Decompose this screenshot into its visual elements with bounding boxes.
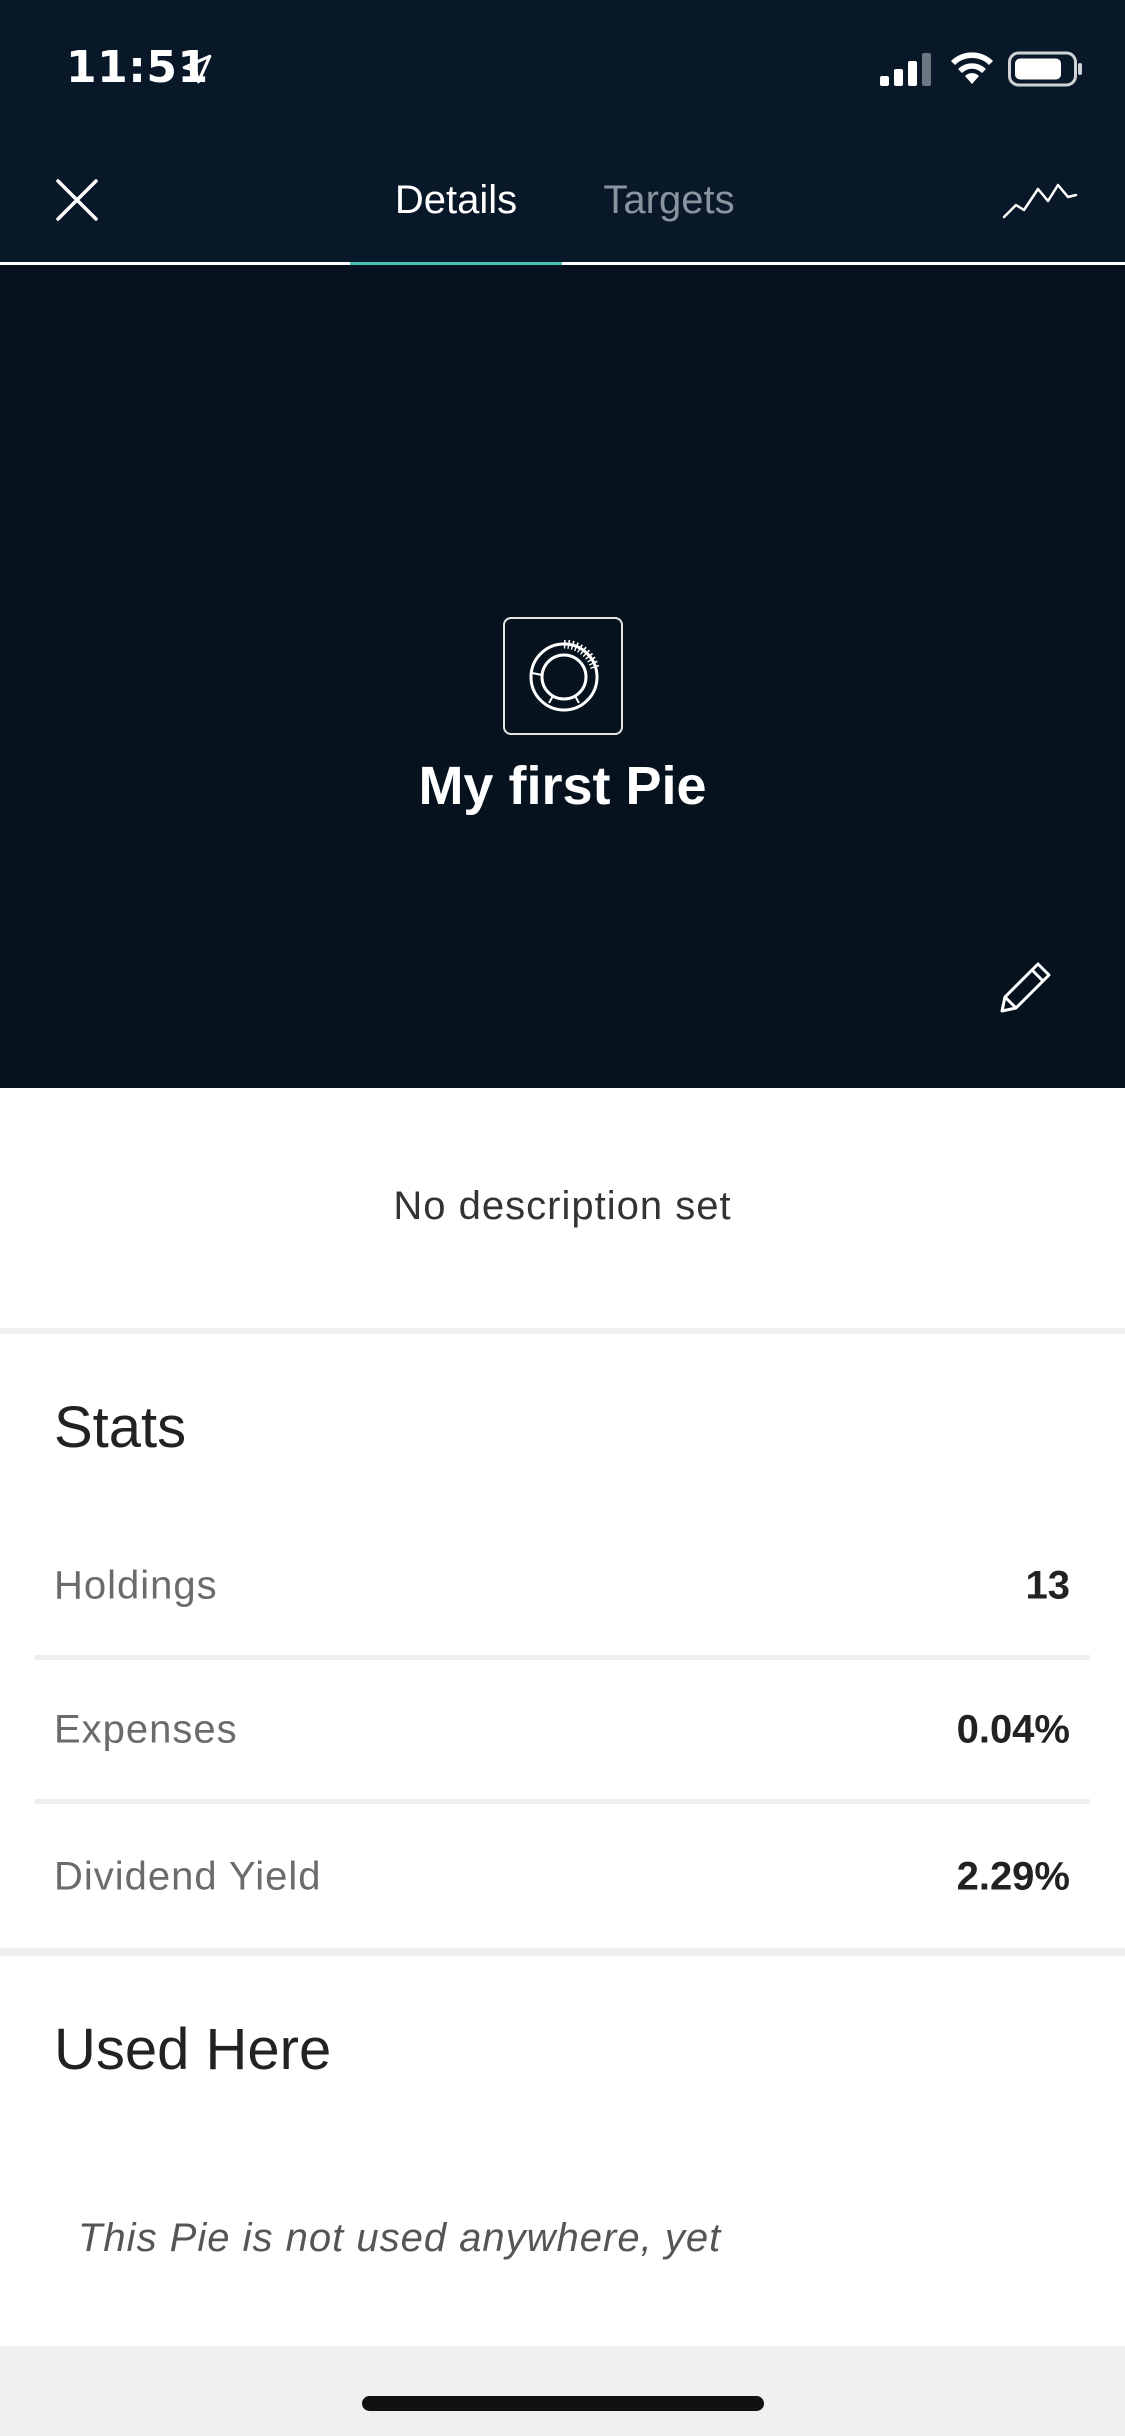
status-bar: 11:51 — [0, 0, 1125, 135]
used-here-section: Used Here This Pie is not used anywhere,… — [0, 1956, 1125, 2346]
cellular-signal-icon — [880, 53, 931, 86]
pie-title: My first Pie — [418, 756, 707, 816]
description-text: No description set — [393, 1184, 732, 1228]
tab-targets[interactable]: Targets — [580, 135, 758, 265]
stat-label: Expenses — [54, 1707, 238, 1751]
location-arrow-icon — [182, 54, 212, 84]
stat-value: 0.04% — [956, 1707, 1070, 1751]
edit-pencil-icon[interactable] — [992, 955, 1058, 1021]
stat-row-dividend-yield: Dividend Yield 2.29% — [35, 1806, 1090, 1948]
top-nav-bar: Details Targets — [0, 135, 1125, 268]
battery-icon — [1008, 51, 1082, 87]
stat-value: 2.29% — [956, 1854, 1070, 1899]
used-here-title: Used Here — [54, 2017, 332, 2082]
stat-value: 13 — [1025, 1563, 1071, 1607]
stat-label: Dividend Yield — [54, 1854, 322, 1899]
used-here-empty-text: This Pie is not used anywhere, yet — [78, 2216, 722, 2260]
pie-hero: My first Pie — [0, 265, 1125, 1088]
stat-label: Holdings — [54, 1563, 218, 1607]
stat-row-holdings: Holdings 13 — [35, 1516, 1090, 1660]
pie-ring-icon — [529, 640, 600, 712]
description-section: No description set — [0, 1088, 1125, 1328]
close-icon[interactable] — [50, 173, 104, 227]
wifi-icon — [951, 52, 993, 84]
stat-row-expenses: Expenses 0.04% — [35, 1660, 1090, 1804]
performance-chart-icon[interactable] — [1000, 175, 1080, 225]
home-indicator — [362, 2396, 764, 2411]
tab-details[interactable]: Details — [350, 135, 562, 268]
pie-icon-box — [503, 617, 623, 735]
stats-title: Stats — [54, 1395, 187, 1460]
